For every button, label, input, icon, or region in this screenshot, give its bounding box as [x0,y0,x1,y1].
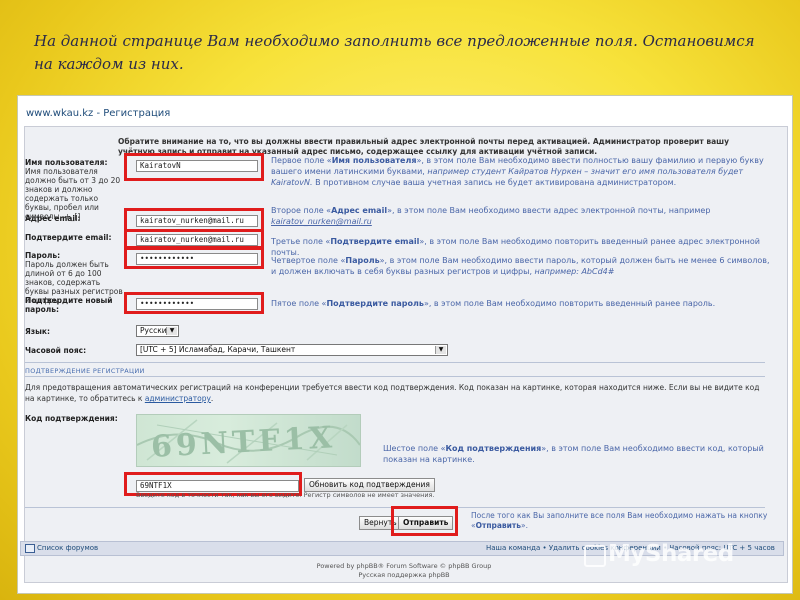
section-divider [25,376,765,377]
language-label: Язык: [25,327,51,336]
email-explanation: Второе поле «Адрес email», в этом поле В… [271,206,711,226]
email-label: Адрес email: [25,214,81,223]
window-title: www.wkau.kz - Регистрация [26,108,171,119]
password-confirm-explanation: Пятое поле «Подтвердите пароль», в этом … [271,299,716,308]
password-confirm-label: Подтвердите новый пароль: [25,296,113,314]
email-confirm-label: Подтвердите email: [25,233,112,242]
email-confirm-highlight [124,229,264,249]
timezone-value: [UTC + 5] Исламабад, Карачи, Ташкент [140,345,296,354]
username-label: Имя пользователя: [25,158,108,167]
captcha-image: 69NTF1X [136,414,361,467]
timezone-label: Часовой пояс: [25,346,87,355]
code-explanation: Шестое поле «Код подтверждения», в этом … [383,444,764,464]
submit-explanation: После того как Вы заполните все поля Вам… [471,511,768,530]
timezone-select[interactable]: [UTC + 5] Исламабад, Карачи, Ташкент ▼ [136,344,448,356]
slide-title: На данной странице Вам необходимо заполн… [34,32,755,73]
forum-index-link[interactable]: Список форумов [37,544,98,552]
confirmation-section-title: ПОДТВЕРЖДЕНИЕ РЕГИСТРАЦИИ [25,367,145,375]
refresh-code-button[interactable]: Обновить код подтверждения [304,478,435,492]
password-confirm-highlight [124,292,264,314]
email-confirm-label-block: Подтвердите email: [25,233,112,242]
username-explanation: Первое поле «Имя пользователя», в этом п… [271,156,764,187]
username-hint: Имя пользователя должно быть от 3 до 20 … [25,167,121,221]
section-divider [25,362,765,363]
confirmation-text: Для предотвращения автоматических регист… [25,383,760,403]
chevron-down-icon: ▼ [435,346,446,354]
chevron-down-icon: ▼ [166,327,177,335]
username-label-block: Имя пользователя: Имя пользователя должн… [25,158,125,221]
password-highlight [124,247,264,269]
code-hint: Введите код в точности так, как вы его в… [136,491,435,499]
code-label: Код подтверждения: [25,414,118,423]
watermark: MyShared [608,541,734,567]
support-link[interactable]: Русская поддержка phpBB [17,571,791,580]
username-highlight [124,153,264,181]
password-explanation: Четвертое поле «Пароль», в этом поле Вам… [271,256,770,276]
admin-link[interactable]: администратору [145,394,211,403]
timezone-label-block: Часовой пояс: [25,346,86,355]
home-icon [25,544,35,553]
language-select[interactable]: Русский ▼ [136,325,179,337]
myshared-logo-icon [584,545,606,567]
email-label-block: Адрес email: [25,214,80,223]
password-label: Пароль: [25,251,61,260]
password-confirm-label-block: Подтвердите новый пароль: [25,296,125,314]
code-label-block: Код подтверждения: [25,414,118,423]
submit-highlight [391,506,458,536]
language-label-block: Язык: [25,327,50,336]
